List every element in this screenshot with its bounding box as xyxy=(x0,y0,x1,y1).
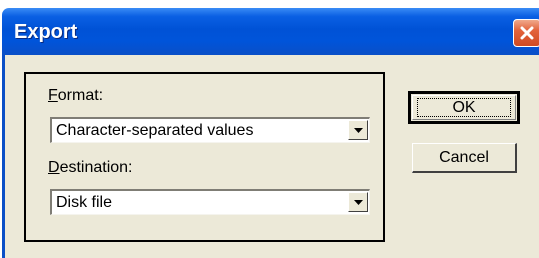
ok-button[interactable]: OK xyxy=(408,91,520,124)
chevron-down-icon xyxy=(354,128,363,133)
ok-button-label: OK xyxy=(452,99,476,116)
chevron-down-icon xyxy=(354,200,363,205)
destination-select[interactable]: Disk file xyxy=(50,189,370,215)
dialog-title: Export xyxy=(14,21,78,43)
format-select-value: Character-separated values xyxy=(56,122,254,139)
destination-label-mnemonic: D xyxy=(48,159,60,176)
destination-select-value: Disk file xyxy=(56,194,113,211)
format-dropdown-button[interactable] xyxy=(348,120,368,140)
cancel-button-label: Cancel xyxy=(439,149,489,166)
format-select[interactable]: Character-separated values xyxy=(50,117,370,143)
format-label-text: ormat: xyxy=(57,87,104,104)
title-bar[interactable]: Export xyxy=(2,8,539,55)
export-dialog: Export Format: Character-separated value… xyxy=(2,8,539,258)
destination-dropdown-button[interactable] xyxy=(348,192,368,212)
options-group: Format: Character-separated values Desti… xyxy=(24,72,385,242)
close-icon xyxy=(520,26,534,40)
format-label: Format: xyxy=(48,87,103,105)
dialog-body: Format: Character-separated values Desti… xyxy=(2,55,539,258)
destination-label: Destination: xyxy=(48,159,133,177)
close-button[interactable] xyxy=(513,19,539,47)
cancel-button[interactable]: Cancel xyxy=(412,143,517,173)
destination-label-text: estination: xyxy=(59,159,133,176)
format-label-mnemonic: F xyxy=(48,87,58,104)
